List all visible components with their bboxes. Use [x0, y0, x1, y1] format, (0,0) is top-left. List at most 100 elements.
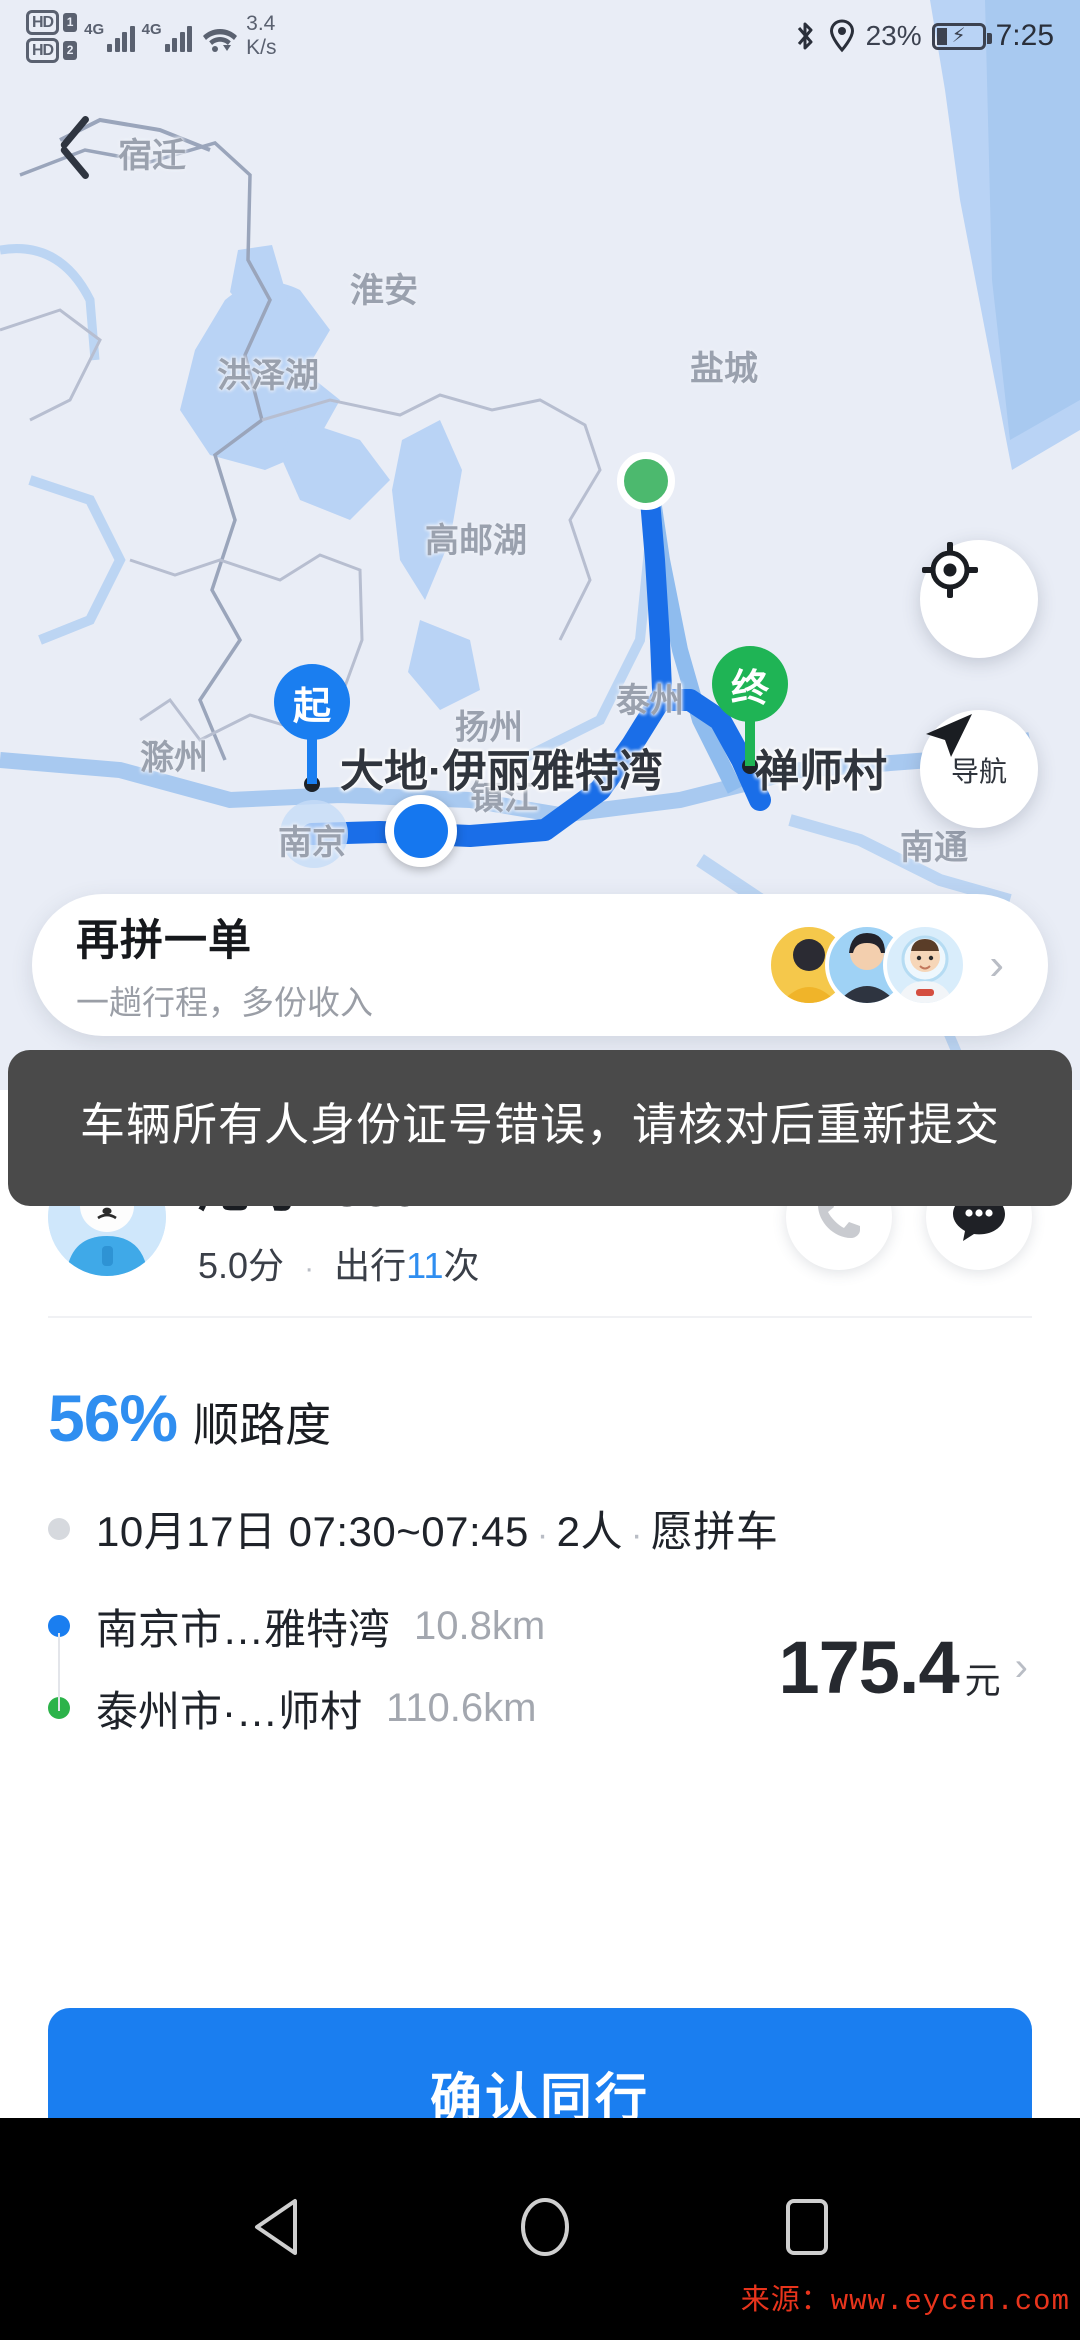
wifi-glyph [203, 29, 238, 52]
hd-badge-icon-1: HD [26, 9, 60, 35]
route-row-destination: 泰州市·…师村 110.6km [48, 1667, 778, 1749]
start-pin-label: 起 [292, 685, 331, 728]
promo-avatar-group [767, 923, 968, 1007]
promo-avatar-1 [883, 923, 968, 1007]
hd-badge-icon-2: HD [26, 37, 60, 63]
home-circle-icon [521, 2197, 569, 2256]
status-bar-right: 23% ⚡ 7:25 [792, 19, 1054, 53]
status-bar: HD 1 HD 2 4G 4G 3.4 K/s 23% ⚡ 7:25 [0, 0, 1080, 72]
network-speed: 3.4 K/s [246, 12, 276, 60]
match-label: 顺路度 [193, 1399, 332, 1451]
price-chevron-right-icon: › [1014, 1644, 1028, 1689]
wifi-icon [201, 21, 238, 52]
avatar-astronaut-icon [897, 935, 954, 1003]
waypoint-marker [617, 452, 675, 510]
back-triangle-icon [255, 2198, 297, 2255]
trip-time-row: 10月17日 07:30~07:45 · 2人 · 愿拼车 [0, 1456, 1080, 1559]
promo-chevron-right-icon: › [989, 940, 1004, 989]
battery-percent: 23% [865, 20, 922, 51]
error-toast: 车辆所有人身份证号错误，请核对后重新提交 [8, 1050, 1072, 1207]
hd-voice-indicators: HD 1 HD 2 [26, 9, 78, 63]
end-pin-dot [742, 758, 758, 774]
network-speed-unit: K/s [246, 36, 277, 59]
map-label-3: 洪泽湖 [217, 357, 319, 395]
time-sep-2: · [631, 1516, 643, 1554]
promo-subtitle: 一趟行程，多份收入 [76, 984, 373, 1021]
destination-distance: 110.6km [386, 1685, 537, 1730]
end-pin[interactable]: 终 [712, 646, 788, 774]
locate-button[interactable] [920, 540, 1038, 658]
match-rate-row: 56% 顺路度 [0, 1318, 1080, 1456]
trip-datetime: 10月17日 07:30~07:45 [96, 1508, 529, 1555]
map-label-0: 宿迁 [118, 137, 186, 175]
driver-trips-prefix: 出行 [334, 1244, 407, 1286]
status-bar-clock: 7:25 [995, 19, 1054, 52]
price-value: 175.4 [778, 1625, 959, 1709]
signal-group-1: 4G [84, 21, 135, 52]
trip-time-text: 10月17日 07:30~07:45 · 2人 · 愿拼车 [96, 1498, 778, 1559]
current-location-marker [385, 795, 457, 867]
hd-sim-number-1: 1 [63, 12, 78, 32]
navigate-button[interactable]: 导航 [920, 710, 1038, 828]
start-pin[interactable]: 起 [274, 664, 350, 792]
map-label-10: 南通 [900, 829, 968, 867]
driver-trips-count: 11 [406, 1244, 444, 1286]
origin-name: 南京市…雅特湾 [96, 1605, 391, 1653]
trip-carpool: 愿拼车 [650, 1508, 779, 1555]
hd-sim-number-2: 2 [63, 40, 78, 60]
rating-separator: · [304, 1251, 315, 1285]
hd-row-1: HD 1 [26, 9, 78, 35]
battery-bolt-glyph: ⚡ [951, 25, 966, 47]
nav-back-button[interactable] [249, 2197, 307, 2262]
price-unit: 元 [964, 1659, 1001, 1701]
network-type-1: 4G [84, 20, 105, 38]
match-percent: 56% [48, 1381, 178, 1455]
navigation-arrow-icon [926, 714, 972, 757]
route-connector-line [58, 1633, 60, 1711]
time-sep-1: · [536, 1516, 549, 1554]
driver-rating: 5.0分 [198, 1244, 285, 1286]
route-row-origin: 南京市…雅特湾 10.8km [48, 1585, 778, 1667]
map-label-1: 淮安 [350, 272, 418, 310]
route-price-block[interactable]: 南京市…雅特湾 10.8km 泰州市·…师村 110.6km 175.4 元 › [0, 1559, 1080, 1749]
promo-card[interactable]: 再拼一单 一趟行程，多份收入 › [32, 894, 1048, 1036]
battery-fill [936, 27, 947, 45]
destination-name: 泰州市·…师村 [96, 1687, 362, 1735]
driver-rating-line: 5.0分 · 出行11次 [198, 1237, 752, 1289]
poi-label-end: 禅师村 [755, 747, 887, 796]
signal-bars-icon-1 [107, 22, 135, 52]
source-watermark: 来源：www.eycen.com [740, 2285, 1070, 2318]
origin-distance: 10.8km [414, 1603, 546, 1648]
network-type-2: 4G [141, 20, 162, 38]
locate-crosshair-icon [922, 542, 978, 598]
location-pin-icon [829, 19, 854, 53]
driver-trips-suffix: 次 [443, 1244, 480, 1286]
route-list: 南京市…雅特湾 10.8km 泰州市·…师村 110.6km [48, 1585, 778, 1749]
phone-screen: 宿迁 淮安 盐城 洪泽湖 高邮湖 扬州 泰州 镇江 滁州 南京 南通 起 终 大… [0, 0, 1080, 2340]
poi-label-start: 大地·伊丽雅特湾 [340, 747, 663, 796]
map-label-2: 盐城 [690, 350, 758, 388]
back-button[interactable] [46, 118, 106, 190]
map-label-4: 高邮湖 [425, 522, 527, 560]
error-toast-message: 车辆所有人身份证号错误，请核对后重新提交 [79, 1099, 1000, 1150]
map-label-8: 滁州 [140, 739, 208, 777]
trip-passengers: 2人 [556, 1508, 624, 1555]
signal-group-2: 4G [142, 21, 193, 52]
price-block[interactable]: 175.4 元 › [778, 1625, 1032, 1710]
network-speed-value: 3.4 [246, 12, 276, 35]
nav-home-button[interactable] [517, 2196, 573, 2263]
start-pin-dot [304, 776, 320, 792]
map-label-6: 泰州 [616, 682, 684, 720]
battery-charging-icon: ⚡ [931, 22, 992, 50]
hd-row-2: HD 2 [26, 37, 78, 63]
promo-text-block: 再拼一单 一趟行程，多份收入 [76, 906, 767, 1024]
map-label-9: 南京 [278, 824, 346, 862]
bluetooth-icon [797, 22, 813, 50]
promo-title: 再拼一单 [76, 917, 252, 965]
signal-bars-icon-2 [164, 22, 193, 52]
trip-time-bullet [48, 1517, 70, 1540]
nav-recents-button[interactable] [783, 2196, 831, 2263]
end-pin-label: 终 [730, 667, 769, 710]
status-bar-left: HD 1 HD 2 4G 4G 3.4 K/s [26, 9, 276, 63]
recents-square-icon [786, 2198, 828, 2255]
